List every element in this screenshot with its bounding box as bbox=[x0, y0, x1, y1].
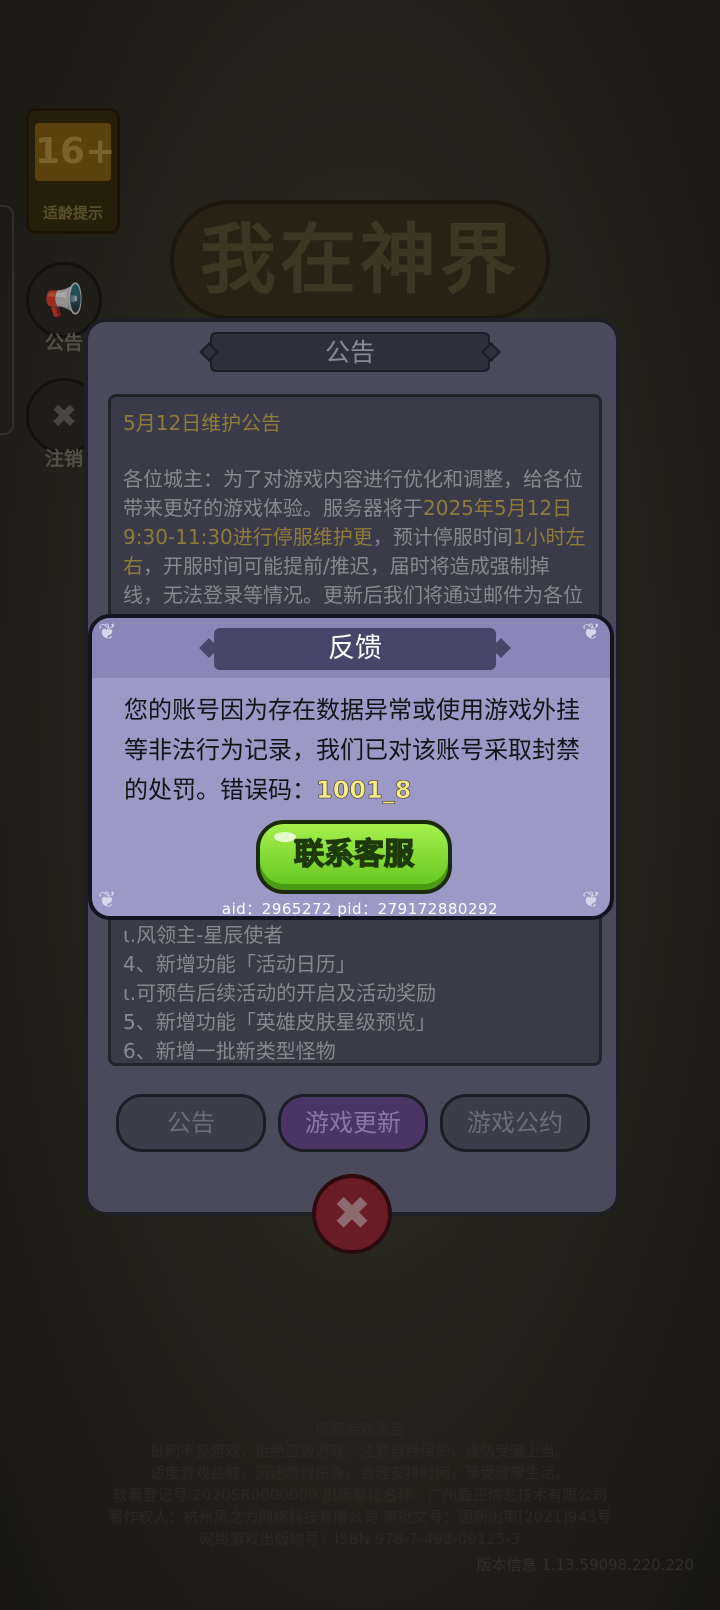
tab-game-rules[interactable]: 游戏公约 bbox=[440, 1094, 590, 1152]
account-ids: aid：2965272 pid：279172880292 bbox=[221, 900, 499, 918]
corner-ornament-icon: ❦ bbox=[582, 620, 601, 645]
list-item: 6、新增一批新类型怪物 bbox=[123, 1039, 336, 1063]
list-item: 4、新增功能「活动日历」 bbox=[123, 952, 356, 976]
notice-tab-bar: 公告 游戏更新 游戏公约 bbox=[116, 1094, 596, 1154]
notice-list: ι.风领主-星辰使者 4、新增功能「活动日历」 ι.可预告后续活动的开启及活动奖… bbox=[123, 921, 587, 1063]
close-icon: ✖ bbox=[332, 1186, 372, 1240]
feedback-dialog: ❦ ❦ ❦ ❦ 反馈 您的账号因为存在数据异常或使用游戏外挂等非法行为记录，我们… bbox=[88, 614, 614, 920]
close-button[interactable]: ✖ bbox=[312, 1174, 392, 1254]
notice-body-title: 5月12日维护公告 bbox=[123, 411, 282, 435]
corner-ornament-icon: ❦ bbox=[98, 620, 117, 645]
feedback-message: 您的账号因为存在数据异常或使用游戏外挂等非法行为记录，我们已对该账号采取封禁的处… bbox=[124, 696, 580, 805]
list-item: 5、新增功能「英雄皮肤星级预览」 bbox=[123, 1010, 436, 1034]
tab-game-update[interactable]: 游戏更新 bbox=[278, 1094, 428, 1152]
list-item: ι.风领主-星辰使者 bbox=[123, 923, 284, 947]
notice-paragraph: 各位城主：为了对游戏内容进行优化和调整，给各位带来更好的游戏体验。服务器将于20… bbox=[123, 467, 586, 636]
feedback-title: 反馈 bbox=[328, 633, 382, 664]
feedback-title-bar: 反馈 bbox=[199, 628, 511, 670]
tab-announcement[interactable]: 公告 bbox=[116, 1094, 266, 1152]
error-code: 1001_8 bbox=[316, 776, 412, 805]
list-item: ι.可预告后续活动的开启及活动奖励 bbox=[123, 981, 437, 1005]
contact-support-button[interactable]: 联系客服 bbox=[256, 820, 452, 894]
notice-title: 公告 bbox=[324, 338, 375, 367]
notice-title-bar: 公告 bbox=[199, 332, 501, 372]
contact-support-label: 联系客服 bbox=[293, 836, 415, 873]
button-shine bbox=[274, 832, 296, 842]
